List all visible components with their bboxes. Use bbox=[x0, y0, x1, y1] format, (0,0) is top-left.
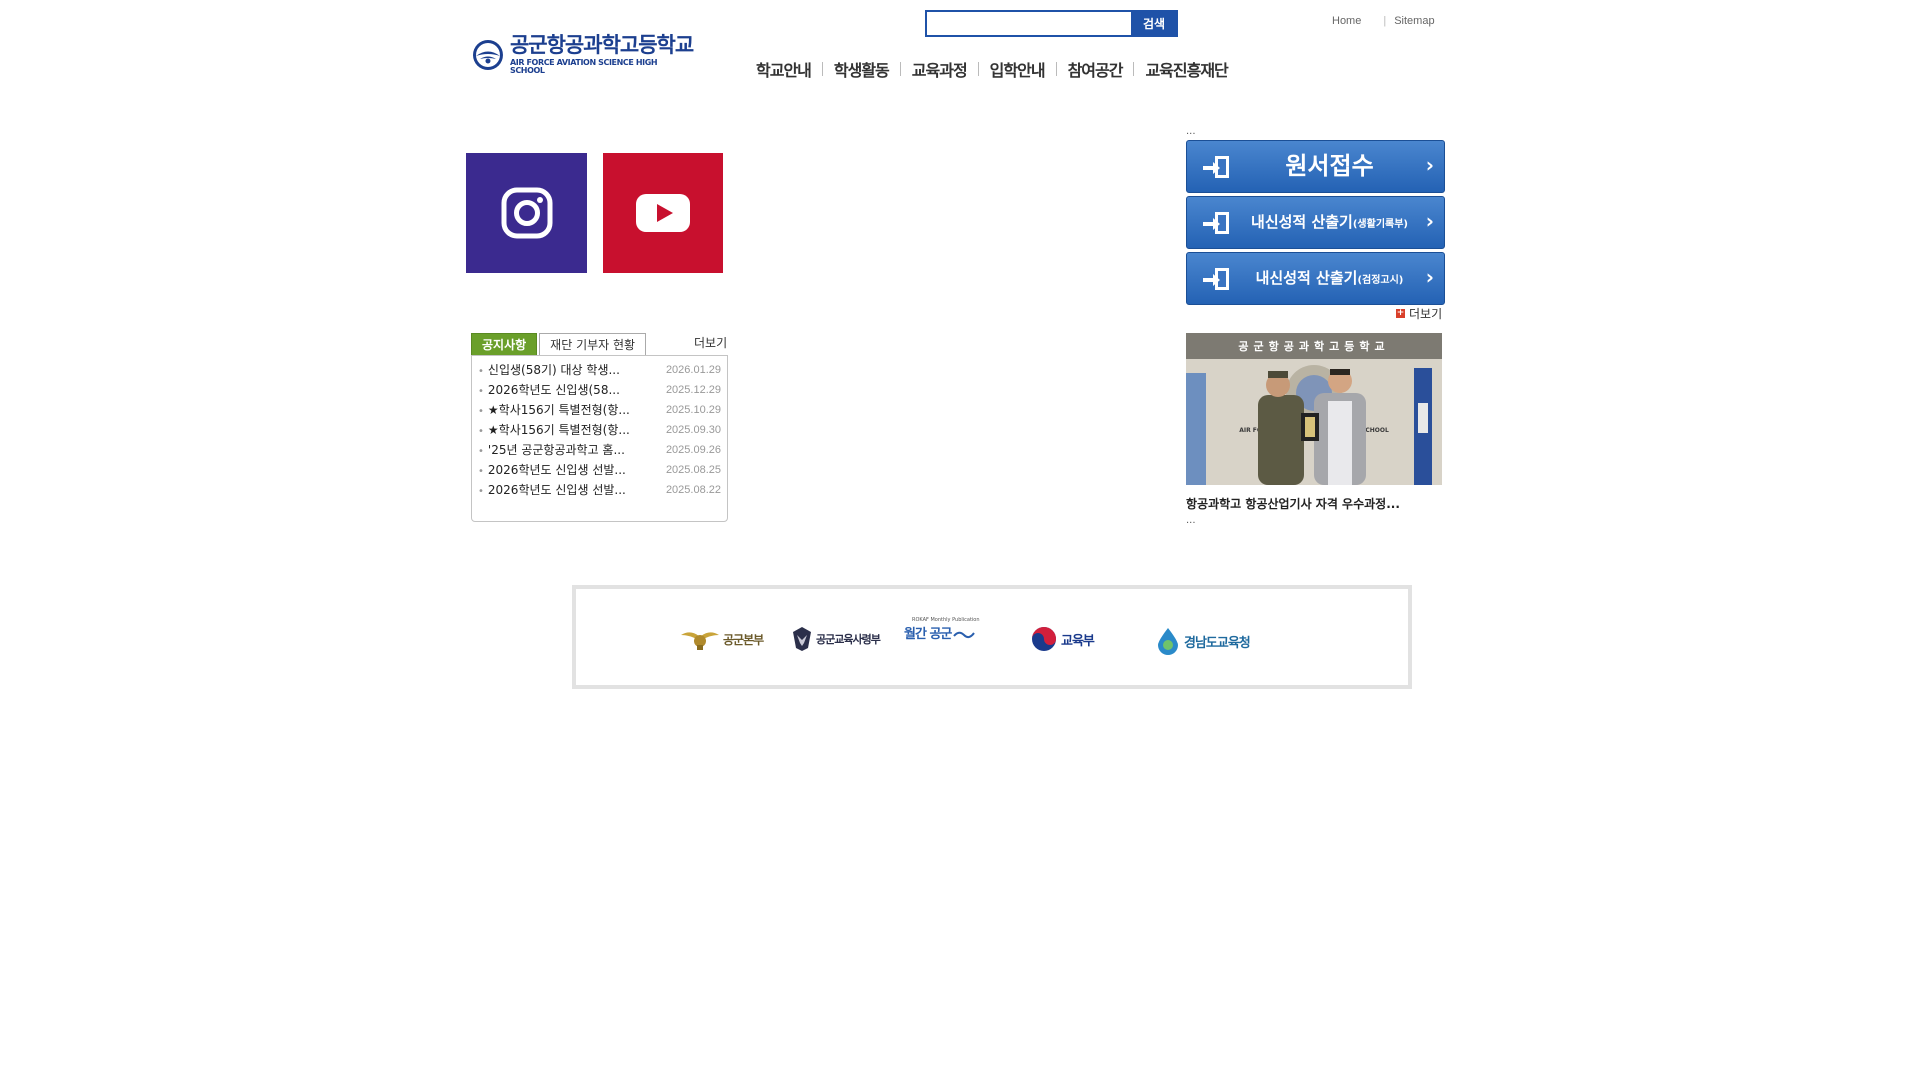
nav-school-info[interactable]: 학교안내 bbox=[756, 57, 812, 81]
notice-date: 2025.09.26 bbox=[665, 444, 721, 456]
partner-ministry-of-education[interactable]: 교육부 bbox=[1031, 625, 1095, 653]
notice-date: 2026.01.29 bbox=[665, 364, 721, 376]
grade-ged-sub: (검정고시) bbox=[1357, 275, 1404, 286]
partner-name: 공군본부 bbox=[723, 632, 764, 647]
partner-gyeongnam-education-office[interactable]: 경남도교육청 bbox=[1156, 627, 1251, 655]
sitemap-link[interactable]: Sitemap bbox=[1394, 15, 1434, 27]
partner-monthly-air-force[interactable]: ROKAF Monthly Publication 월간 공군 bbox=[904, 617, 980, 655]
partner-lockup: 월간 공군 bbox=[904, 623, 976, 642]
instagram-link[interactable] bbox=[466, 153, 587, 273]
nav-divider bbox=[977, 62, 979, 76]
plus-icon: + bbox=[1396, 308, 1405, 318]
quick-links-more[interactable]: + 더보기 bbox=[1396, 305, 1442, 322]
nav-curriculum[interactable]: 교육과정 bbox=[912, 57, 968, 81]
notice-title[interactable]: 2026학년도 신입생 선발... bbox=[478, 480, 626, 500]
notice-title[interactable]: '25년 공군항공과학고 홈... bbox=[478, 440, 625, 460]
nav-student-activities[interactable]: 학생활동 bbox=[834, 57, 890, 81]
youtube-icon bbox=[636, 194, 690, 232]
notice-title[interactable]: ★학사156기 특별전형(항... bbox=[478, 420, 630, 440]
air-force-emblem-icon bbox=[681, 632, 719, 650]
partner-air-force-hq[interactable]: 공군본부 bbox=[681, 625, 764, 653]
notice-date: 2025.08.22 bbox=[665, 484, 721, 496]
taegeuk-icon bbox=[1032, 627, 1056, 651]
top-links-divider: | bbox=[1383, 15, 1387, 27]
application-label: 원서접수 bbox=[1285, 152, 1374, 180]
partner-name: 경남도교육청 bbox=[1184, 635, 1251, 651]
notice-board: 공지사항 재단 기부자 현황 더보기 신입생(58기) 대상 학생...2026… bbox=[471, 333, 729, 522]
news-description: ... bbox=[1186, 515, 1196, 526]
wave-icon bbox=[953, 631, 976, 638]
chevron-right-icon: › bbox=[1425, 153, 1434, 177]
home-link[interactable]: Home bbox=[1332, 15, 1361, 27]
eagle-emblem-icon bbox=[793, 627, 811, 651]
grade-ged-main: 내신성적 산출기 bbox=[1255, 269, 1358, 287]
partner-name: 교육부 bbox=[1061, 633, 1095, 649]
notice-date: 2025.10.29 bbox=[665, 404, 721, 416]
logo-title: 공군항공과학고등학교 bbox=[509, 33, 694, 57]
quick-more-label: 더보기 bbox=[1409, 307, 1443, 321]
list-item: 신입생(58기) 대상 학생... 2026.01.29 bbox=[478, 360, 721, 380]
application-button[interactable]: 원서접수 › bbox=[1186, 140, 1445, 193]
notice-title[interactable]: 신입생(58기) 대상 학생... bbox=[478, 360, 620, 380]
enter-arrow-icon bbox=[1203, 156, 1229, 178]
notice-date: 2025.12.29 bbox=[665, 384, 721, 396]
nav-divider bbox=[821, 62, 823, 76]
grade-calculator-ged-button[interactable]: 내신성적 산출기(검정고시) › bbox=[1186, 252, 1445, 305]
drop-icon bbox=[1158, 628, 1178, 655]
enter-arrow-icon bbox=[1203, 212, 1229, 234]
notice-more-link[interactable]: 더보기 bbox=[694, 334, 727, 351]
grade-record-sub: (생활기록부) bbox=[1352, 219, 1408, 230]
tab-notices[interactable]: 공지사항 bbox=[471, 333, 538, 355]
tab-foundation-donors[interactable]: 재단 기부자 현황 bbox=[539, 333, 647, 355]
search-box: 검색 bbox=[925, 10, 1178, 37]
main-nav: 학교안내 학생활동 교육과정 입학안내 참여공간 교육진흥재단 bbox=[756, 57, 1229, 81]
notice-date: 2025.09.30 bbox=[665, 424, 721, 436]
nav-community[interactable]: 참여공간 bbox=[1068, 57, 1124, 81]
notice-date: 2025.08.25 bbox=[665, 464, 721, 476]
school-emblem-icon bbox=[472, 40, 503, 70]
list-item: 2026학년도 신입생 선발... 2025.08.22 bbox=[478, 480, 721, 500]
grade-record-main: 내신성적 산출기 bbox=[1251, 213, 1353, 231]
instagram-icon bbox=[501, 187, 552, 239]
notice-title[interactable]: ★학사156기 특별전형(항... bbox=[478, 400, 630, 420]
banner-text: 공군항공과학고등학교 bbox=[1238, 339, 1389, 353]
grade-ged-label: 내신성적 산출기(검정고시) bbox=[1245, 253, 1414, 304]
youtube-link[interactable] bbox=[603, 153, 723, 273]
news-photo[interactable]: 공군항공과학고등학교 AIR FORCE AVIATION SCIENCE HI… bbox=[1186, 333, 1442, 485]
search-input[interactable] bbox=[927, 12, 1132, 35]
school-logo[interactable]: 공군항공과학고등학교 AIR FORCE AVIATION SCIENCE HI… bbox=[472, 33, 694, 75]
partner-name: 월간 공군 bbox=[904, 627, 952, 642]
list-item: ★학사156기 특별전형(항... 2025.10.29 bbox=[478, 400, 721, 420]
nav-divider bbox=[899, 62, 901, 76]
notice-title[interactable]: 2026학년도 신입생 선발... bbox=[478, 460, 626, 480]
nav-admission[interactable]: 입학안내 bbox=[990, 57, 1046, 81]
partner-name: 공군교육사령부 bbox=[816, 633, 881, 646]
notice-panel: 신입생(58기) 대상 학생... 2026.01.29 2026학년도 신입생(… bbox=[471, 355, 728, 522]
quick-links-header: ... bbox=[1186, 126, 1196, 137]
enter-arrow-icon bbox=[1203, 268, 1229, 290]
notice-title[interactable]: 2026학년도 신입생(58... bbox=[478, 380, 620, 400]
partner-air-force-education-command[interactable]: 공군교육사령부 bbox=[792, 625, 881, 653]
nav-foundation[interactable]: 교육진흥재단 bbox=[1145, 57, 1228, 81]
top-links: Home | Sitemap bbox=[1332, 15, 1435, 27]
notice-list: 신입생(58기) 대상 학생... 2026.01.29 2026학년도 신입생(… bbox=[472, 356, 727, 500]
chevron-right-icon: › bbox=[1425, 209, 1434, 233]
award-photo: 공군항공과학고등학교 AIR FORCE AVIATION SCIENCE HI… bbox=[1186, 333, 1442, 485]
chevron-right-icon: › bbox=[1425, 265, 1434, 289]
partner-links: 공군본부 공군교육사령부 ROKAF Monthly Publication 월… bbox=[572, 585, 1412, 689]
logo-subtitle: AIR FORCE AVIATION SCIENCE HIGH SCHOOL bbox=[509, 58, 658, 75]
search-button[interactable]: 검색 bbox=[1132, 12, 1176, 35]
news-title[interactable]: 항공과학고 항공산업기사 자격 우수과정... bbox=[1186, 495, 1400, 512]
nav-divider bbox=[1055, 62, 1057, 76]
nav-divider bbox=[1133, 62, 1135, 76]
list-item: '25년 공군항공과학고 홈... 2025.09.26 bbox=[478, 440, 721, 460]
grade-record-label: 내신성적 산출기(생활기록부) bbox=[1245, 197, 1414, 248]
list-item: 2026학년도 신입생(58... 2025.12.29 bbox=[478, 380, 721, 400]
list-item: 2026학년도 신입생 선발... 2025.08.25 bbox=[478, 460, 721, 480]
notice-tabs: 공지사항 재단 기부자 현황 bbox=[471, 333, 647, 355]
list-item: ★학사156기 특별전형(항... 2025.09.30 bbox=[478, 420, 721, 440]
grade-calculator-record-button[interactable]: 내신성적 산출기(생활기록부) › bbox=[1186, 196, 1445, 249]
